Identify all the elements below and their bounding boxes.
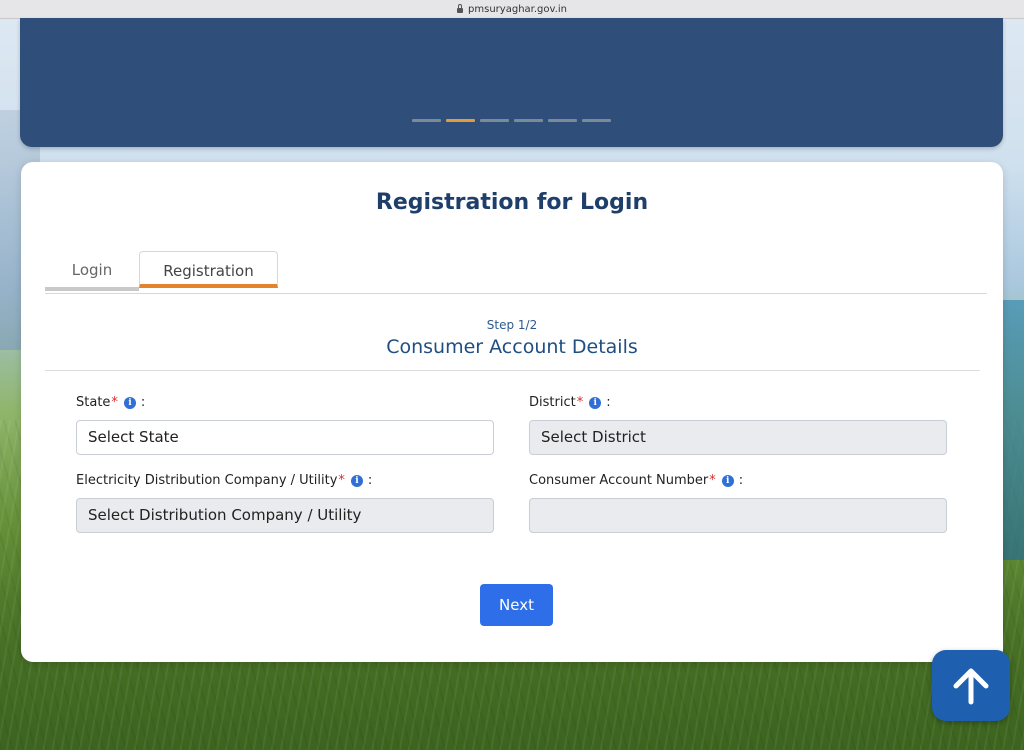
tab-login[interactable]: Login [45,251,139,291]
state-label: State * i : [76,395,146,410]
carousel-dot[interactable] [548,119,577,122]
utility-label: Electricity Distribution Company / Utili… [76,473,373,488]
next-button[interactable]: Next [480,584,553,626]
utility-label-text: Electricity Distribution Company / Utili… [76,473,338,488]
carousel-dot[interactable] [582,119,611,122]
lock-icon [457,3,464,13]
required-marker: * [338,473,345,488]
browser-url-bar[interactable]: pmsuryaghar.gov.in [0,0,1024,19]
carousel-dot-active[interactable] [446,119,475,122]
required-marker: * [576,395,584,410]
scroll-to-top-button[interactable] [932,650,1010,721]
consumer-number-label-text: Consumer Account Number [529,473,709,488]
section-divider [45,370,980,371]
carousel-dot[interactable] [514,119,543,122]
required-marker: * [111,395,118,410]
section-title: Consumer Account Details [386,336,638,358]
info-icon[interactable]: i [589,396,602,409]
url-text: pmsuryaghar.gov.in [468,3,567,15]
carousel-dot[interactable] [412,119,441,122]
info-icon[interactable]: i [350,474,363,487]
info-icon[interactable]: i [123,396,136,409]
carousel-indicators [412,119,611,122]
carousel-dot[interactable] [480,119,509,122]
state-select[interactable]: Select State [76,420,494,455]
page-title: Registration for Login [375,190,649,215]
step-indicator: Step 1/2 [486,318,538,332]
district-select[interactable]: Select District [529,420,947,455]
utility-select[interactable]: Select Distribution Company / Utility [76,498,494,533]
tab-registration[interactable]: Registration [139,251,278,288]
info-icon[interactable]: i [721,474,734,487]
district-label: District * i : [529,395,611,410]
arrow-up-icon [953,668,989,704]
registration-card: Registration for Login Login Registratio… [21,162,1003,662]
required-marker: * [709,473,716,488]
hero-banner [20,18,1003,147]
consumer-number-input[interactable] [529,498,947,533]
consumer-number-label: Consumer Account Number * i : [529,473,744,488]
state-label-text: State [76,395,111,410]
tab-bar: Login Registration [45,251,987,294]
district-label-text: District [529,395,576,410]
